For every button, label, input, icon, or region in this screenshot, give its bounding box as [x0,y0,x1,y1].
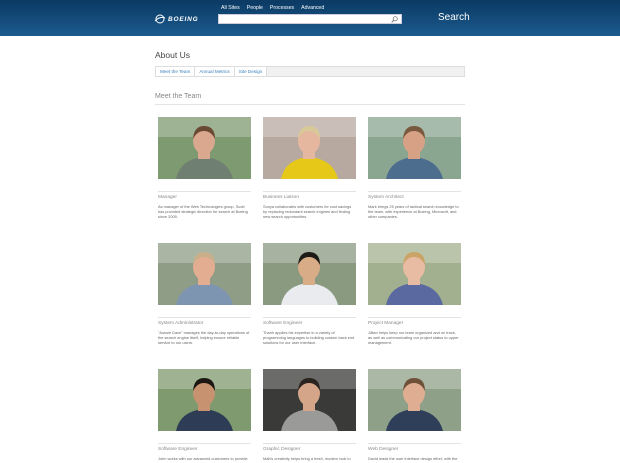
search-input[interactable] [218,14,402,24]
card-divider [263,443,356,444]
card-divider [368,191,461,192]
nav-advanced[interactable]: Advanced [301,5,324,11]
team-member-bio: "Aussie Dave" manages the day-to-day ope… [158,330,250,346]
tab-site-design[interactable]: Site Design [234,67,268,76]
team-member-bio: Sonya collaborates with customers for co… [263,204,352,220]
nav-all-sites[interactable]: All Sites [221,5,240,11]
team-member-bio: Jillian helps keep our team organized an… [368,330,459,346]
team-member-card: Software Engineer Thanh applies his expe… [263,243,359,346]
team-member-bio: John works with our advanced customers t… [158,456,248,461]
team-member-card: Business Liaison Sonya collaborates with… [263,117,359,220]
team-member-bio: Mark brings 25 years of tactical search … [368,204,459,220]
team-member-card: Graphic Designer Matt's creativity helps… [263,369,359,461]
card-divider [158,317,251,318]
logo-text: BOEING [168,15,199,23]
card-divider [263,191,356,192]
portrait-illustration [263,117,356,179]
boeing-logo-icon [154,14,166,24]
team-member-bio: Thanh applies his expertise in a variety… [263,330,355,346]
team-member-card: Software Engineer John works with our ad… [158,369,254,461]
team-member-card: Project Manager Jillian helps keep our t… [368,243,464,346]
card-divider [368,443,461,444]
team-member-role: System Architect [368,195,404,200]
team-member-role: System Administrator [158,321,204,326]
tab-bar: Meet the Team Annual Metrics Site Design [155,66,465,77]
card-divider [158,191,251,192]
portrait-illustration [368,243,461,305]
section-divider [155,104,465,105]
team-member-role: Manager [158,195,177,200]
portrait-illustration [263,369,356,431]
portrait-illustration [368,369,461,431]
card-divider [368,317,461,318]
team-member-bio: David leads the user interface design ef… [368,456,458,461]
search-button[interactable]: Search [438,12,470,23]
card-divider [158,443,251,444]
nav-people[interactable]: People [247,5,263,11]
site-header: BOEING All Sites People Processes Advanc… [0,0,620,36]
page-title: About Us [155,50,190,60]
team-member-photo [263,117,356,179]
tab-meet-the-team[interactable]: Meet the Team [156,67,196,76]
team-member-card: Manager As manager of the Web Technologi… [158,117,254,220]
team-member-card: System Administrator "Aussie Dave" manag… [158,243,254,346]
team-member-role: Graphic Designer [263,447,301,452]
team-member-bio: As manager of the Web Technologies group… [158,204,248,220]
search-icon[interactable] [391,16,398,23]
team-member-bio: Matt's creativity helps bring a fresh, m… [263,456,351,461]
portrait-illustration [263,243,356,305]
team-member-photo [263,243,356,305]
boeing-logo[interactable]: BOEING [154,14,198,24]
team-member-role: Business Liaison [263,195,299,200]
team-member-role: Project Manager [368,321,404,326]
team-member-photo [158,117,251,179]
team-member-role: Web Designer [368,447,399,452]
team-member-photo [158,369,251,431]
team-member-role: Software Engineer [158,447,198,452]
section-title: Meet the Team [155,93,202,100]
card-divider [263,317,356,318]
team-member-photo [368,243,461,305]
portrait-illustration [368,117,461,179]
team-member-role: Software Engineer [263,321,303,326]
portrait-illustration [158,369,251,431]
portrait-illustration [158,243,251,305]
team-member-photo [158,243,251,305]
tab-annual-metrics[interactable]: Annual Metrics [195,67,235,76]
team-member-photo [263,369,356,431]
team-member-photo [368,117,461,179]
team-member-card: Web Designer David leads the user interf… [368,369,464,461]
portrait-illustration [158,117,251,179]
nav-processes[interactable]: Processes [270,5,294,11]
top-nav: All Sites People Processes Advanced [221,5,324,11]
team-member-card: System Architect Mark brings 25 years of… [368,117,464,220]
team-member-photo [368,369,461,431]
